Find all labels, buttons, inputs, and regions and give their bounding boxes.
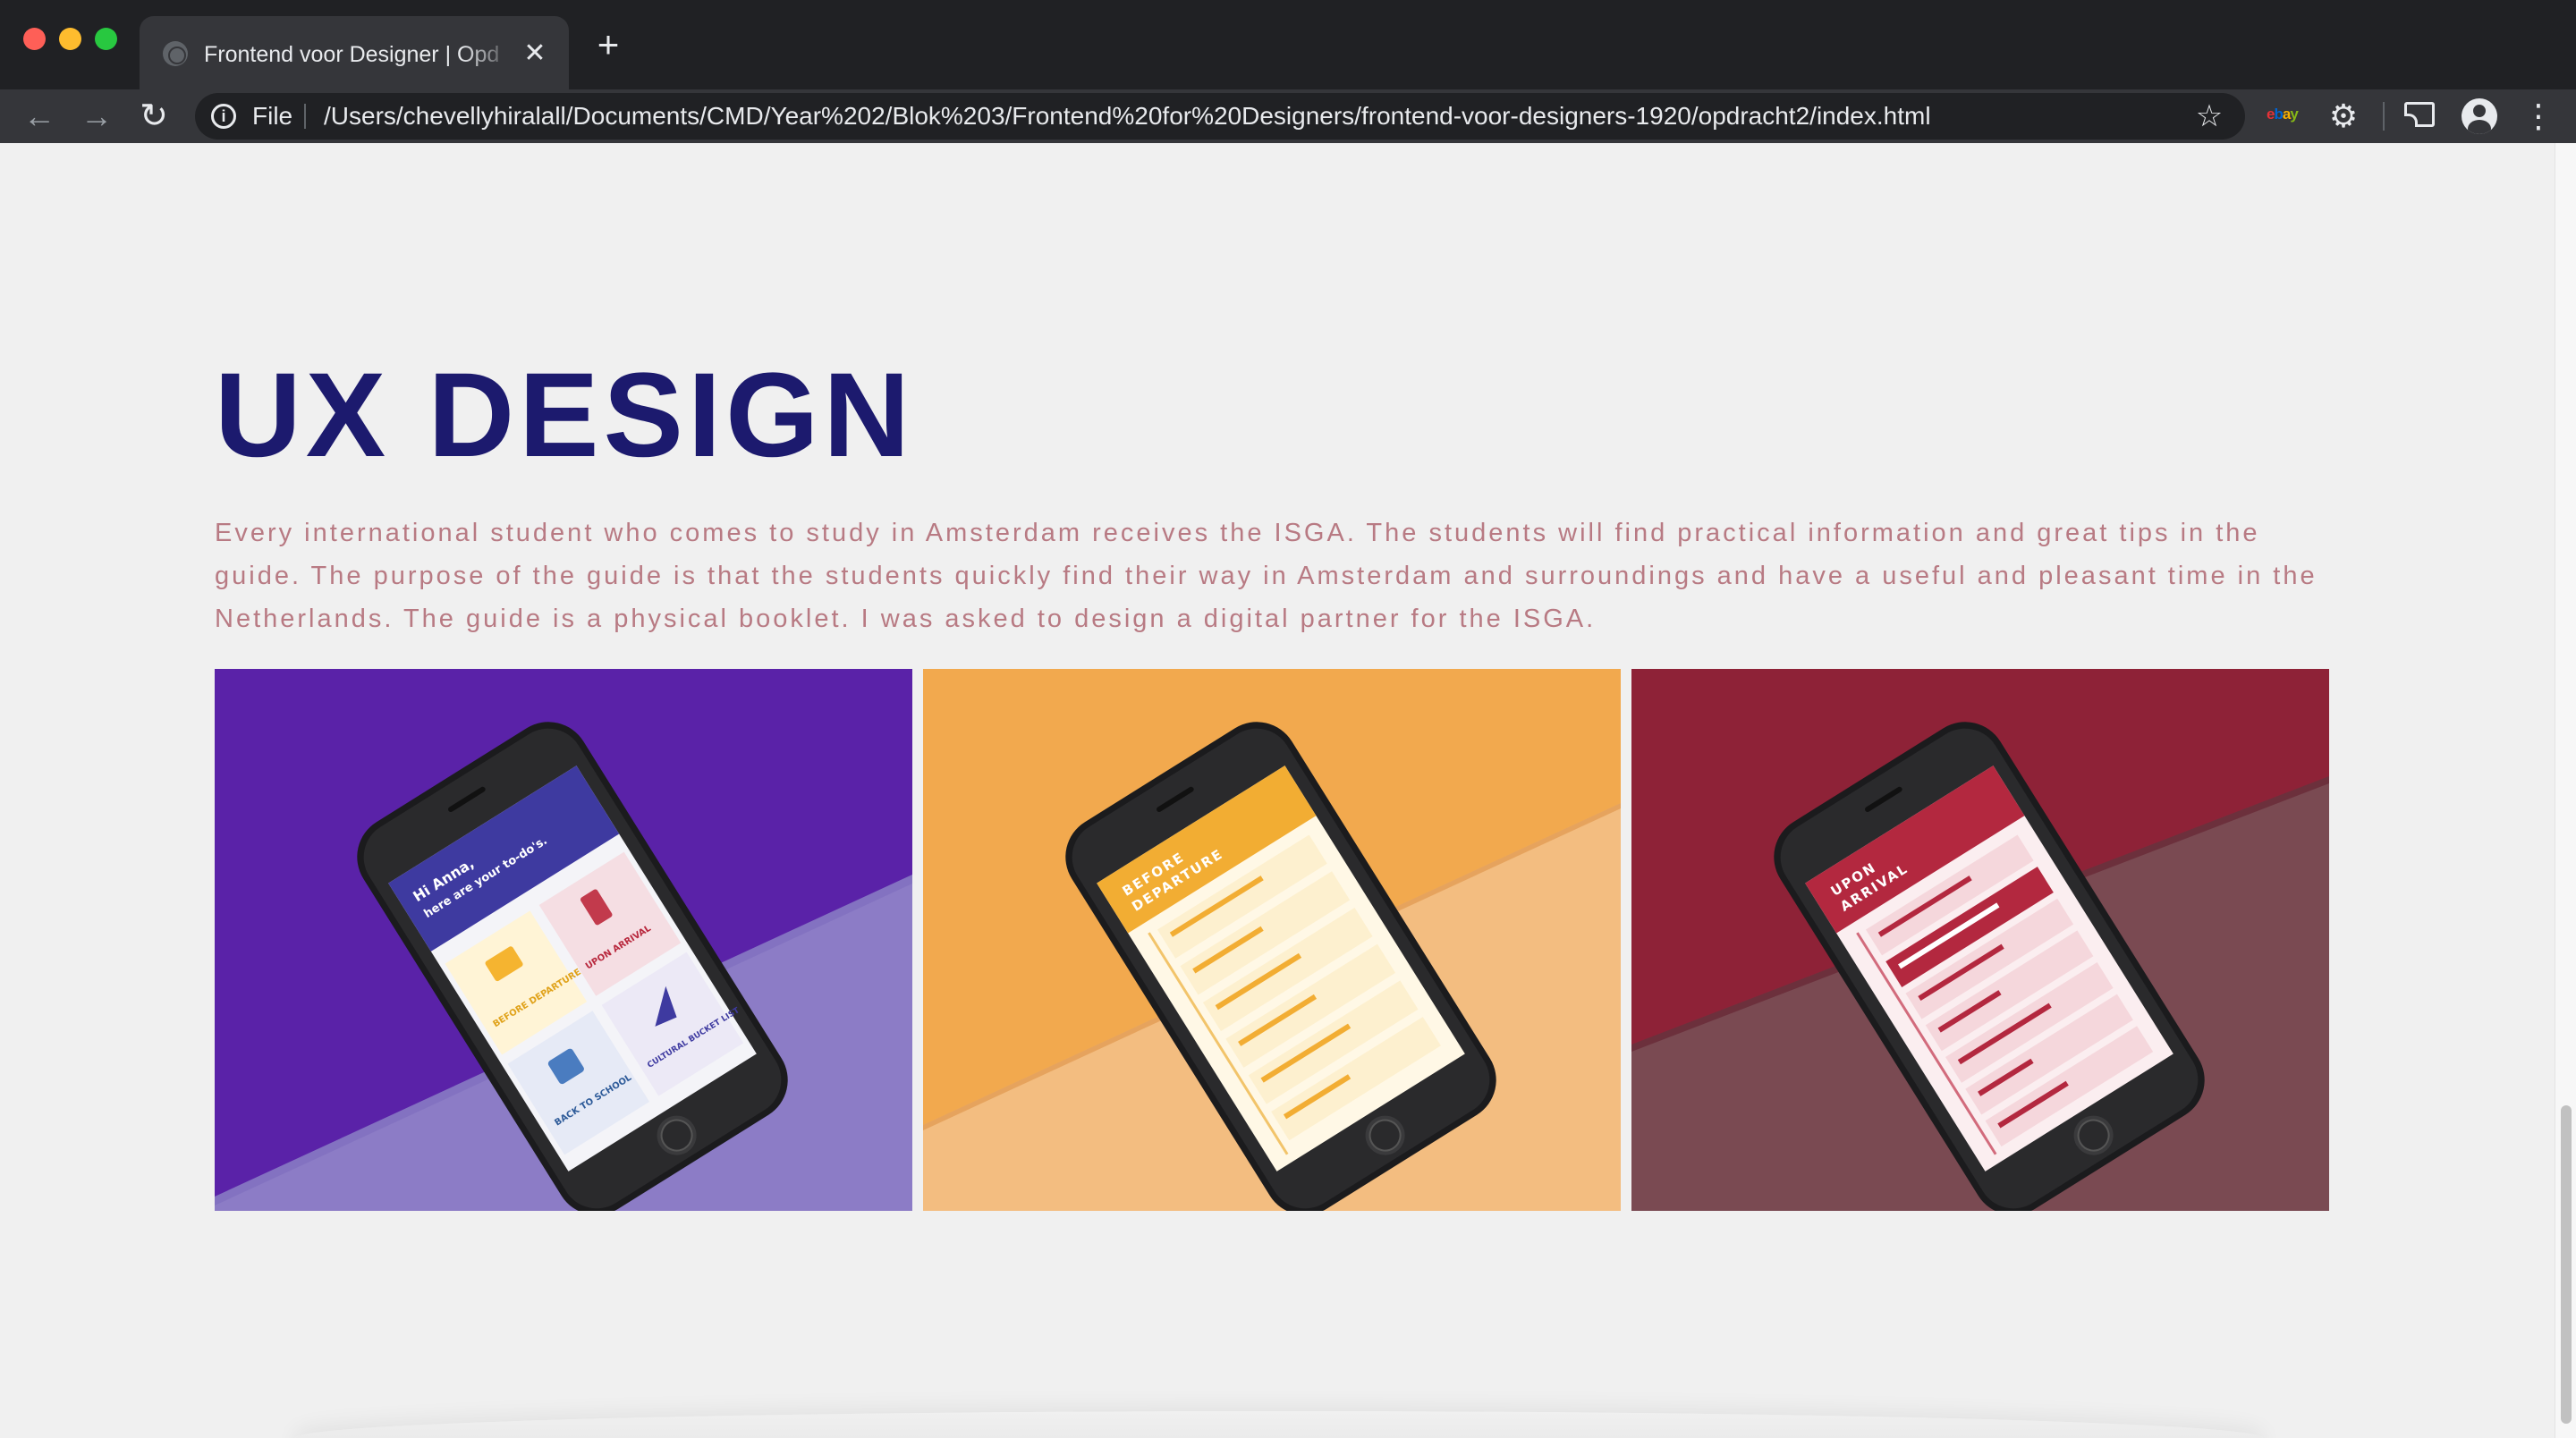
tab-title-fade	[462, 34, 515, 73]
ebay-icon[interactable]: ebay	[2267, 106, 2299, 123]
toolbar-divider	[2383, 102, 2385, 131]
url-scheme: File	[252, 102, 293, 130]
browser-toolbar: ← → ↻ i File /Users/chevellyhiralall/Doc…	[0, 89, 2576, 143]
intro-paragraph: Every international student who comes to…	[215, 519, 2318, 633]
minimize-window-icon[interactable]	[59, 28, 81, 50]
back-button[interactable]: ←	[20, 97, 59, 136]
info-icon[interactable]: i	[211, 104, 236, 129]
image-gallery: Hi Anna, here are your to-do's. BEFORE D…	[215, 669, 2331, 1211]
kebab-menu-icon[interactable]: ⋮	[2522, 97, 2555, 136]
browser-titlebar: Frontend voor Designer | Opdracht 2 ✕ +	[0, 0, 2576, 89]
new-tab-button[interactable]: +	[590, 26, 626, 63]
profile-icon[interactable]	[2462, 98, 2497, 134]
arrow-left-icon: ←	[23, 97, 55, 134]
browser-tab[interactable]: Frontend voor Designer | Opdracht 2 ✕	[140, 16, 569, 89]
omnibox-divider	[304, 104, 306, 129]
tab-title: Frontend voor Designer | Opdracht 2	[204, 42, 499, 67]
forward-button[interactable]: →	[77, 97, 116, 136]
url-text[interactable]: /Users/chevellyhiralall/Documents/CMD/Ye…	[324, 100, 2166, 132]
gear-icon[interactable]: ⚙	[2324, 97, 2363, 136]
page-title: UX DESIGN	[215, 349, 915, 482]
gallery-image-orange: BEFORE DEPARTURE	[923, 669, 1621, 1211]
cast-icon[interactable]	[2404, 102, 2435, 127]
globe-icon	[163, 41, 188, 66]
page-viewport: UX DESIGN Every international student wh…	[0, 143, 2555, 1438]
star-icon[interactable]: ☆	[2191, 98, 2227, 134]
reload-button[interactable]: ↻	[134, 97, 174, 136]
gallery-image-purple: Hi Anna, here are your to-do's. BEFORE D…	[215, 669, 912, 1211]
maximize-window-icon[interactable]	[95, 28, 117, 50]
close-window-icon[interactable]	[23, 28, 46, 50]
scrollbar-thumb[interactable]	[2561, 1105, 2572, 1424]
address-bar[interactable]: i File /Users/chevellyhiralall/Documents…	[195, 93, 2245, 140]
arrow-right-icon: →	[80, 97, 113, 134]
close-tab-icon[interactable]: ✕	[519, 38, 551, 70]
reload-icon: ↻	[140, 97, 168, 135]
vertical-scrollbar[interactable]	[2555, 143, 2576, 1438]
gallery-image-wine: UPON ARRIVAL	[1631, 669, 2329, 1211]
next-section-edge	[295, 1411, 2263, 1438]
